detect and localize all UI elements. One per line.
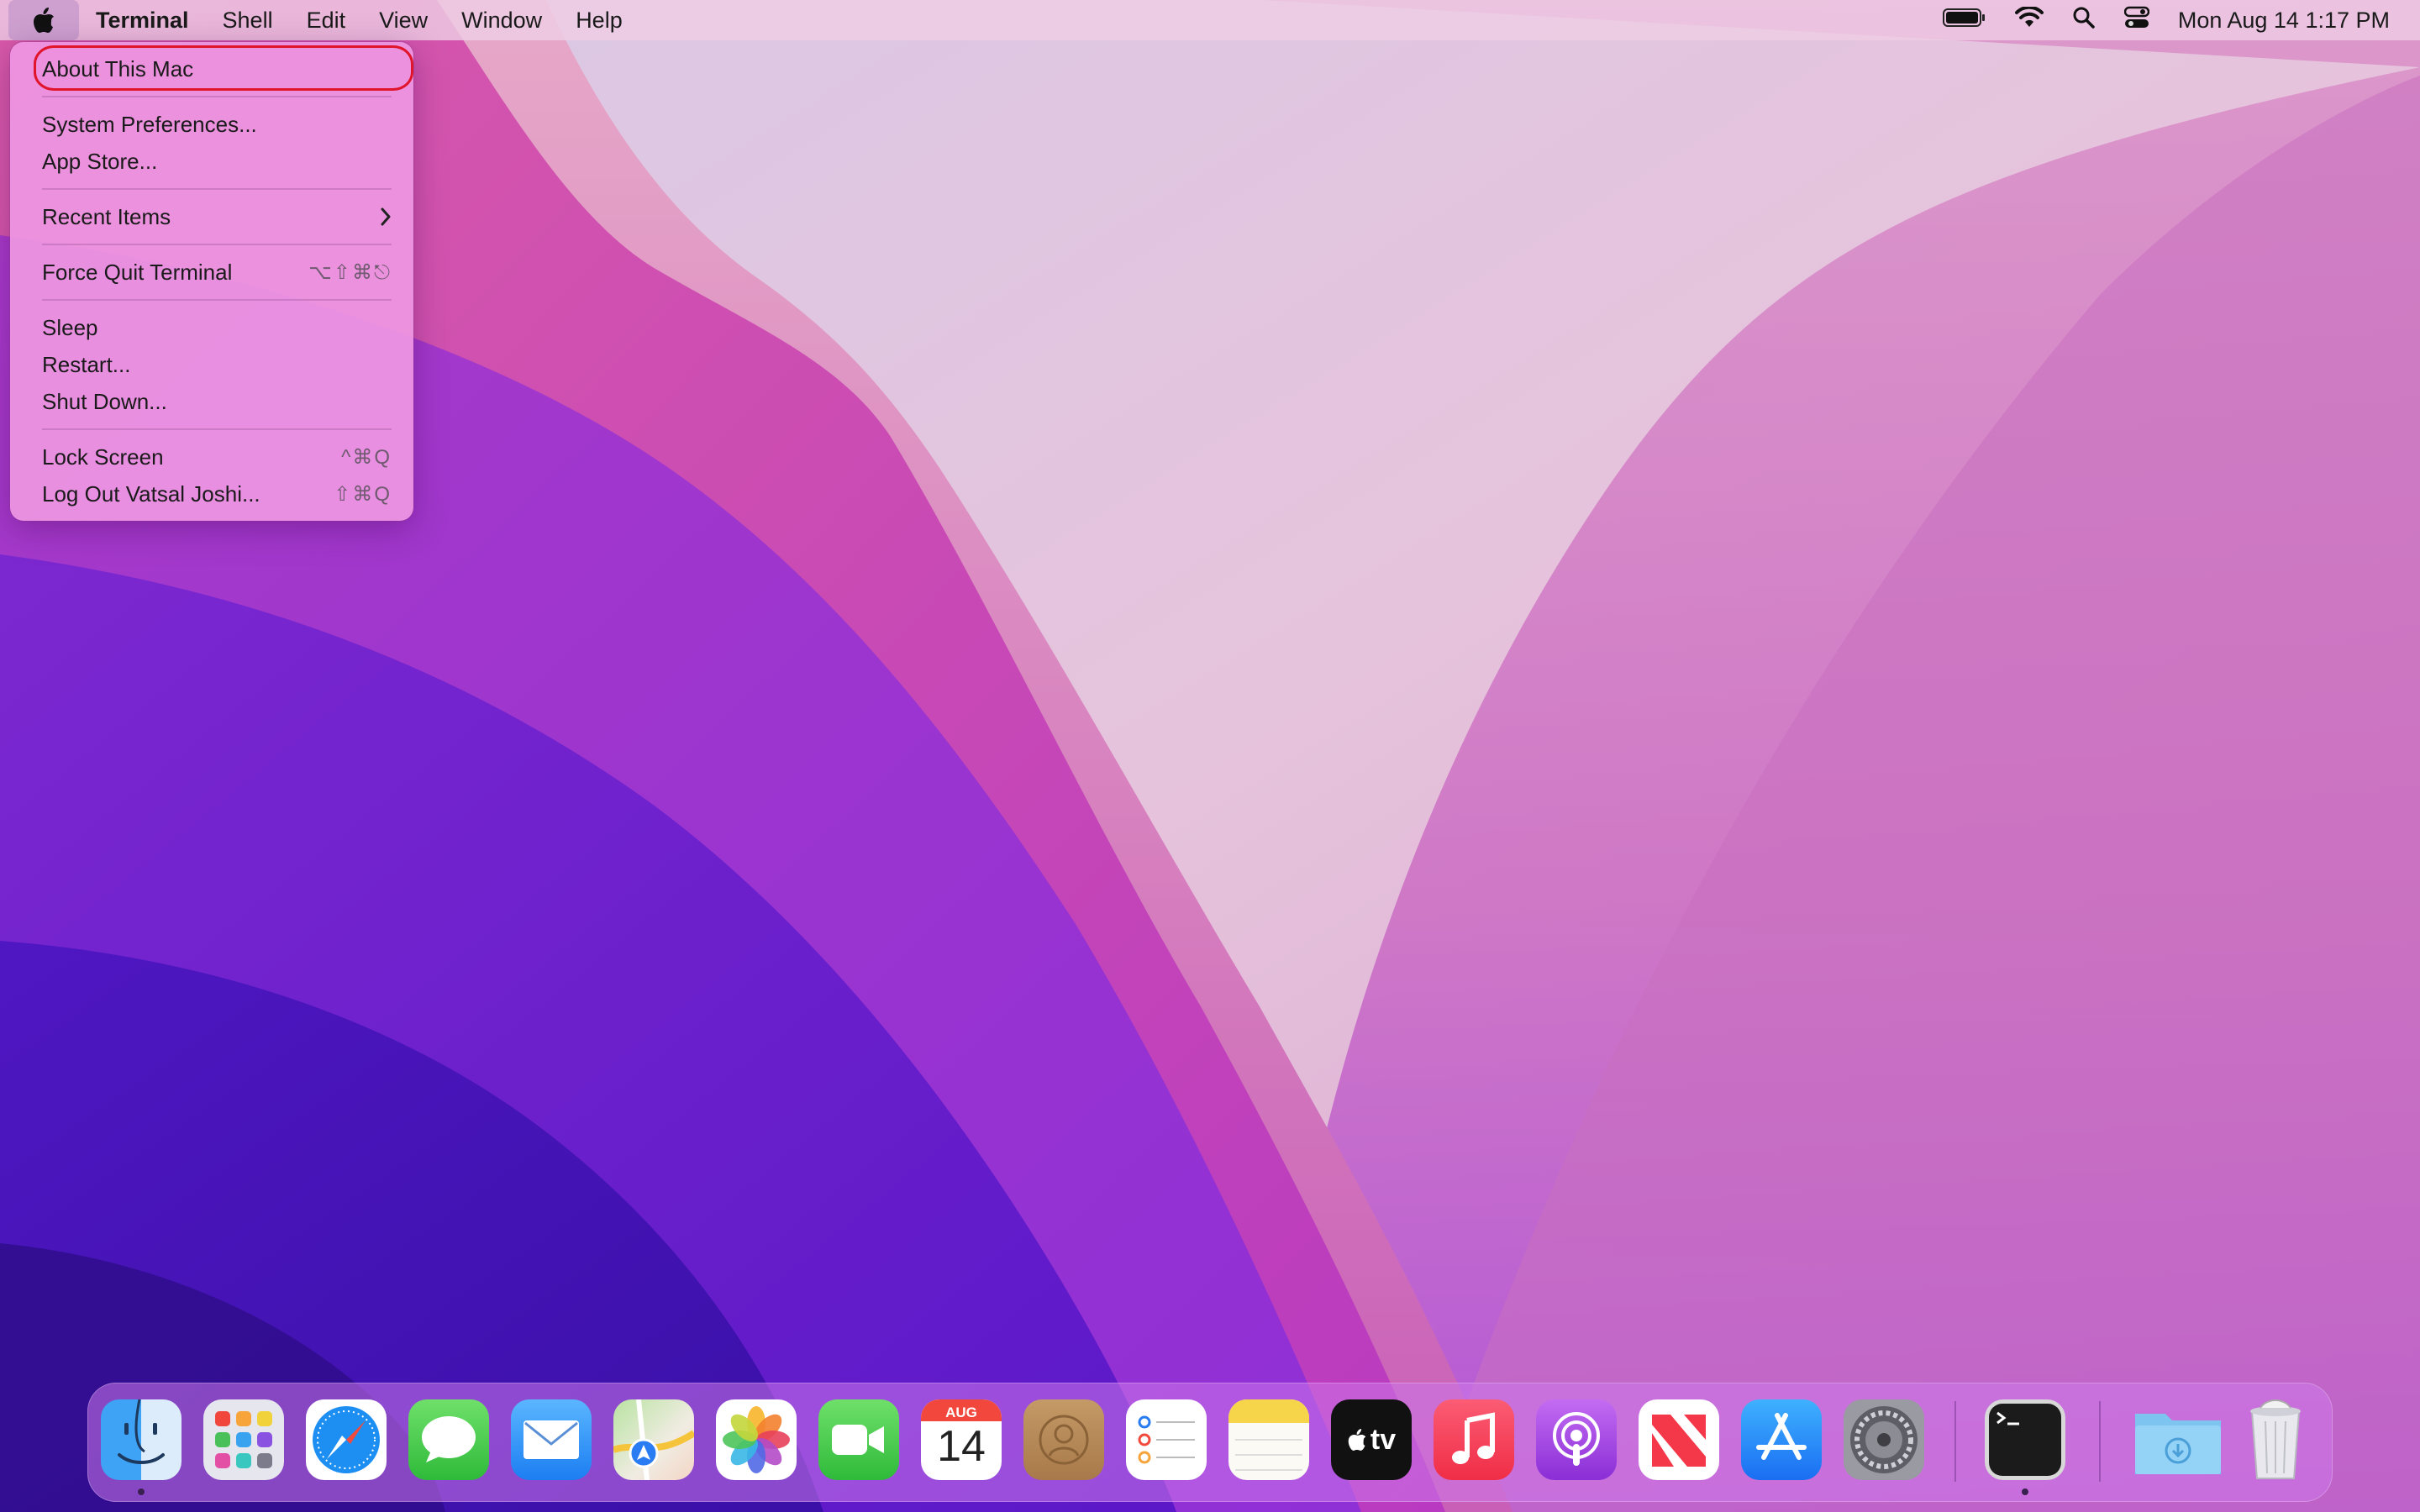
menu-help[interactable]: Help <box>559 0 639 40</box>
news-icon[interactable] <box>1639 1399 1719 1480</box>
log-out-label: Log Out Vatsal Joshi... <box>42 480 260 507</box>
menu-separator <box>42 299 392 301</box>
about-this-mac-label: About This Mac <box>42 55 194 81</box>
wifi-icon[interactable] <box>2014 5 2044 34</box>
tv-label: tv <box>1370 1423 1397 1456</box>
sleep-label: Sleep <box>42 314 98 340</box>
calendar-month: AUG <box>945 1404 977 1420</box>
menu-item-recent-items[interactable]: Recent Items <box>18 198 405 235</box>
mail-icon[interactable] <box>511 1399 592 1480</box>
control-center-icon[interactable] <box>2123 6 2150 35</box>
menu-view[interactable]: View <box>362 0 445 40</box>
system-preferences-icon[interactable] <box>1844 1399 1924 1480</box>
photos-icon[interactable] <box>716 1399 797 1480</box>
menu-bar: Terminal Shell Edit View Window Help Mon… <box>0 0 2420 40</box>
menu-separator <box>42 244 392 245</box>
apple-logo-icon <box>1348 1429 1366 1451</box>
menu-item-sleep[interactable]: Sleep <box>18 309 405 346</box>
apple-menu-button[interactable] <box>8 0 79 40</box>
menu-bar-clock[interactable]: Mon Aug 14 1:17 PM <box>2178 8 2390 34</box>
menu-edit[interactable]: Edit <box>290 0 363 40</box>
menu-item-system-preferences[interactable]: System Preferences... <box>18 106 405 143</box>
menu-item-log-out[interactable]: Log Out Vatsal Joshi... ⇧⌘Q <box>18 475 405 512</box>
running-indicator <box>2022 1488 2028 1495</box>
trash-icon[interactable] <box>2235 1399 2316 1480</box>
menu-separator <box>42 188 392 190</box>
calendar-icon[interactable]: AUG 14 <box>921 1399 1002 1480</box>
apple-menu-dropdown: About This Mac System Preferences... App… <box>10 42 413 521</box>
menu-item-shut-down[interactable]: Shut Down... <box>18 383 405 420</box>
downloads-folder-icon[interactable] <box>2129 1399 2227 1480</box>
app-store-icon[interactable] <box>1741 1399 1822 1480</box>
menu-separator <box>42 428 392 430</box>
podcasts-icon[interactable] <box>1536 1399 1617 1480</box>
lock-screen-label: Lock Screen <box>42 444 164 470</box>
app-store-label: App Store... <box>42 148 158 174</box>
menu-item-about-this-mac[interactable]: About This Mac <box>18 45 413 91</box>
menu-app-name[interactable]: Terminal <box>79 0 206 40</box>
shut-down-label: Shut Down... <box>42 388 167 414</box>
dock-separator <box>2099 1401 2101 1482</box>
contacts-icon[interactable] <box>1023 1399 1104 1480</box>
force-quit-shortcut: ⌥⇧⌘⎋ <box>308 260 392 284</box>
menu-item-force-quit[interactable]: Force Quit Terminal ⌥⇧⌘⎋ <box>18 254 405 291</box>
restart-label: Restart... <box>42 351 131 377</box>
system-preferences-label: System Preferences... <box>42 111 257 137</box>
maps-icon[interactable] <box>613 1399 694 1480</box>
running-indicator <box>138 1488 145 1495</box>
menu-separator <box>42 96 392 97</box>
menu-item-restart[interactable]: Restart... <box>18 346 405 383</box>
facetime-icon[interactable] <box>818 1399 899 1480</box>
battery-icon[interactable] <box>1942 8 1986 34</box>
calendar-day: 14 <box>937 1422 986 1471</box>
finder-icon[interactable] <box>101 1399 182 1480</box>
apple-logo-icon <box>34 8 54 33</box>
safari-icon[interactable] <box>306 1399 387 1480</box>
chevron-right-icon <box>381 207 391 226</box>
messages-icon[interactable] <box>408 1399 489 1480</box>
launchpad-icon[interactable] <box>203 1399 284 1480</box>
dock-separator <box>1954 1401 1956 1482</box>
music-icon[interactable] <box>1434 1399 1514 1480</box>
terminal-icon[interactable] <box>1985 1399 2065 1480</box>
notes-icon[interactable] <box>1228 1399 1309 1480</box>
lock-screen-shortcut: ^⌘Q <box>341 445 392 469</box>
spotlight-search-icon[interactable] <box>2072 6 2096 35</box>
menu-shell[interactable]: Shell <box>206 0 290 40</box>
menu-window[interactable]: Window <box>445 0 559 40</box>
log-out-shortcut: ⇧⌘Q <box>334 482 392 506</box>
recent-items-label: Recent Items <box>42 203 171 229</box>
menu-item-app-store[interactable]: App Store... <box>18 143 405 180</box>
reminders-icon[interactable] <box>1126 1399 1207 1480</box>
terminal-prompt-icon <box>1996 1411 2019 1425</box>
apple-tv-icon[interactable]: tv <box>1331 1399 1412 1480</box>
menu-item-lock-screen[interactable]: Lock Screen ^⌘Q <box>18 438 405 475</box>
force-quit-label: Force Quit Terminal <box>42 259 233 285</box>
dock: AUG 14 tv <box>87 1383 2333 1502</box>
terminal-screen <box>1989 1404 2061 1476</box>
